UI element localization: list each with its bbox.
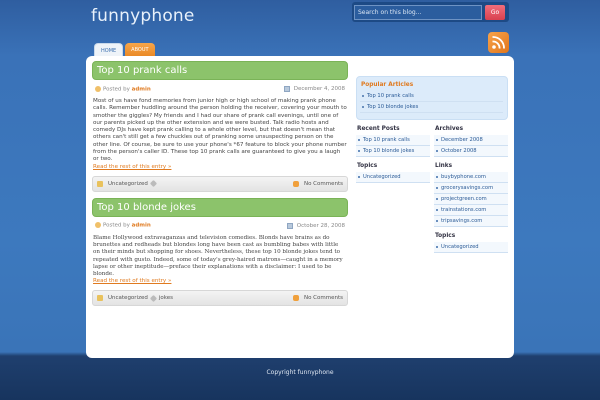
post-date: October 28, 2008 <box>296 222 345 229</box>
archives-title: Archives <box>435 126 464 132</box>
calendar-icon <box>286 222 293 229</box>
main-panel: Top 10 prank calls Posted by admin Decem… <box>86 56 514 358</box>
post-excerpt: Most of us have fond memories from junio… <box>93 98 347 163</box>
tab-home[interactable]: HOME <box>94 43 124 57</box>
post: Top 10 prank calls Posted by admin Decem… <box>92 61 348 192</box>
popular-articles-box: Popular Articles Top 10 prank calls Top … <box>356 76 508 120</box>
sidebar: Popular Articles Top 10 prank calls Top … <box>356 76 508 257</box>
popular-item[interactable]: Top 10 blonde jokes <box>360 102 503 113</box>
footer: Copyright funnyphone <box>0 362 600 400</box>
recent-post-item[interactable]: Top 10 prank calls <box>356 135 430 146</box>
post-tags[interactable]: jokes <box>159 295 173 301</box>
rss-feed-icon[interactable] <box>488 32 509 53</box>
popular-item[interactable]: Top 10 prank calls <box>360 91 503 102</box>
topics-section-right: Topics Uncategorized <box>434 231 508 253</box>
posted-by-label: Posted by <box>103 222 130 229</box>
link-item[interactable]: trainstations.com <box>434 205 508 216</box>
popular-articles-title: Popular Articles <box>361 82 414 88</box>
recent-posts-title: Recent Posts <box>357 126 400 132</box>
tag-icon <box>149 180 157 188</box>
calendar-icon <box>283 86 290 92</box>
archives-section: Archives December 2008 October 2008 <box>434 124 508 157</box>
content-area: Top 10 prank calls Posted by admin Decem… <box>92 61 348 312</box>
comments-link[interactable]: No Comments <box>304 181 343 187</box>
site-title[interactable]: funnyphone <box>91 6 195 26</box>
recent-post-item[interactable]: Top 10 blonde jokes <box>356 146 430 157</box>
links-title: Links <box>435 163 453 169</box>
tab-about[interactable]: ABOUT <box>125 43 155 57</box>
folder-icon <box>97 295 103 302</box>
nav-tabs: HOME ABOUT <box>94 43 155 57</box>
topics-section: Topics Uncategorized <box>356 161 430 183</box>
user-icon <box>95 85 101 92</box>
post-title[interactable]: Top 10 blonde jokes <box>92 197 348 217</box>
comments-link[interactable]: No Comments <box>304 295 343 301</box>
links-section: Links buybyphone.com grocerysavings.com … <box>434 161 508 227</box>
archive-item[interactable]: December 2008 <box>434 135 508 146</box>
sidebar-right-column: Archives December 2008 October 2008 Link… <box>434 124 508 257</box>
link-item[interactable]: grocerysavings.com <box>434 183 508 194</box>
author-link[interactable]: admin <box>132 86 151 92</box>
author-link[interactable]: admin <box>132 223 151 229</box>
recent-posts-section: Recent Posts Top 10 prank calls Top 10 b… <box>356 124 430 157</box>
post-date: December 4, 2008 <box>293 86 345 92</box>
search-go-button[interactable]: Go <box>485 4 505 20</box>
link-item[interactable]: tripsavings.com <box>434 216 508 227</box>
post-title[interactable]: Top 10 prank calls <box>92 61 348 80</box>
post-footer: Uncategorized No Comments <box>92 175 348 192</box>
user-icon <box>95 222 101 229</box>
comment-icon <box>292 295 299 302</box>
folder-icon <box>97 180 103 187</box>
archive-item[interactable]: October 2008 <box>434 146 508 157</box>
posted-by-label: Posted by <box>103 86 130 93</box>
topic-item[interactable]: Uncategorized <box>434 242 508 253</box>
link-item[interactable]: projectgreen.com <box>434 194 508 205</box>
read-more-link[interactable]: Read the rest of this entry » <box>92 164 348 170</box>
post-meta: Posted by admin December 4, 2008 <box>92 80 348 94</box>
sidebar-columns: Recent Posts Top 10 prank calls Top 10 b… <box>356 124 508 257</box>
post-excerpt: Blame Hollywood extravaganzas and televi… <box>93 234 343 278</box>
post-footer: Uncategorized jokes No Comments <box>92 290 348 307</box>
topics-title: Topics <box>357 163 378 169</box>
search-box: Go <box>352 2 509 22</box>
topic-item[interactable]: Uncategorized <box>356 172 430 183</box>
post-category-link[interactable]: Uncategorized <box>108 181 148 187</box>
post-category-link[interactable]: Uncategorized <box>108 295 148 301</box>
search-input[interactable] <box>354 4 482 20</box>
link-item[interactable]: buybyphone.com <box>434 172 508 183</box>
comment-icon <box>292 180 299 187</box>
copyright-text: Copyright funnyphone <box>266 369 334 376</box>
post-meta: Posted by admin October 28, 2008 <box>92 217 348 231</box>
topics-title: Topics <box>435 233 456 239</box>
tag-icon <box>149 294 157 302</box>
read-more-link[interactable]: Read the rest of this entry » <box>92 278 348 284</box>
sidebar-left-column: Recent Posts Top 10 prank calls Top 10 b… <box>356 124 430 257</box>
post: Top 10 blonde jokes Posted by admin Octo… <box>92 197 348 307</box>
